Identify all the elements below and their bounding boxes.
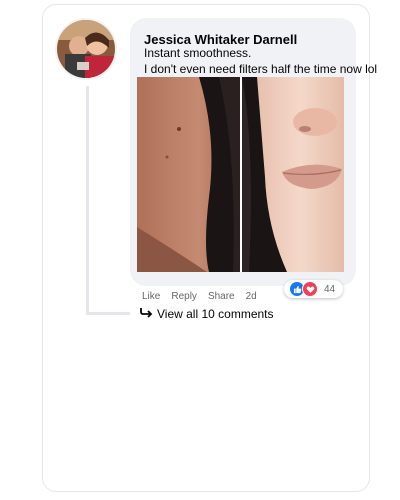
- thread-line: [86, 86, 89, 315]
- view-all-label[interactable]: View all 10 comments: [157, 307, 274, 321]
- reactions-summary[interactable]: 44: [284, 280, 343, 298]
- like-button[interactable]: Like: [142, 291, 160, 302]
- view-all-comments-link[interactable]: View all 10 comments: [140, 307, 274, 321]
- comment-actions: Like Reply Share 2d: [142, 291, 257, 302]
- reaction-count: 44: [324, 283, 336, 295]
- share-button[interactable]: Share: [208, 291, 235, 302]
- avatar[interactable]: [55, 18, 117, 80]
- timestamp[interactable]: 2d: [246, 291, 257, 302]
- reply-button[interactable]: Reply: [171, 291, 197, 302]
- love-icon: [302, 281, 318, 297]
- comment-author[interactable]: Jessica Whitaker Darnell: [144, 32, 297, 47]
- thread-connector: [86, 312, 130, 315]
- comment-text-line: I don't even need filters half the time …: [144, 62, 378, 76]
- comment-photo[interactable]: [137, 77, 344, 272]
- reply-arrow-icon: [140, 307, 153, 321]
- comment-text-line: Instant smoothness.: [144, 46, 252, 60]
